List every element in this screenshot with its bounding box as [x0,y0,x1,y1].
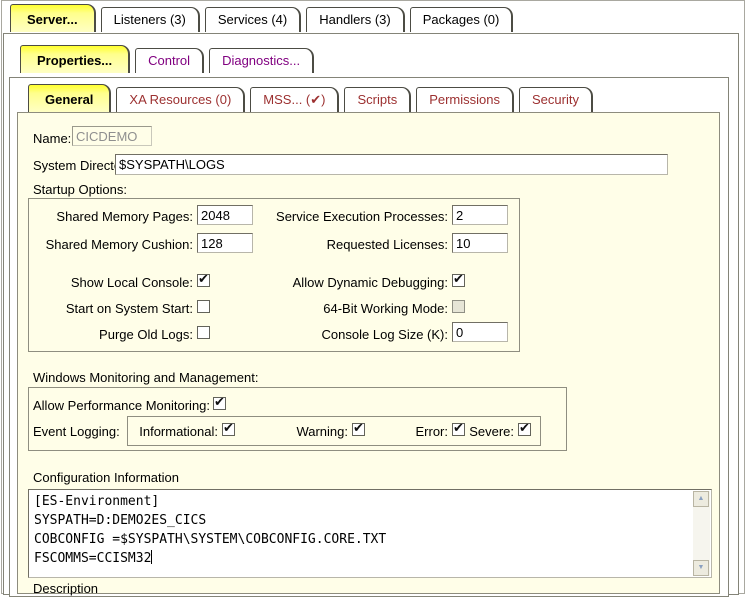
service-execution-processes-field[interactable] [452,205,508,225]
shared-memory-cushion-field[interactable] [197,233,253,253]
tab-diagnostics[interactable]: Diagnostics... [209,48,314,73]
allow-performance-monitoring-checkbox[interactable] [213,397,226,410]
tab-services[interactable]: Services (4) [205,7,301,32]
text-cursor [151,550,152,564]
shared-memory-pages-field[interactable] [197,205,253,225]
tab-server[interactable]: Server... [10,4,96,32]
description-label: Description [33,581,98,596]
scroll-up-icon[interactable]: ▲ [693,491,709,507]
tab-properties[interactable]: Properties... [20,45,130,73]
event-logging-label: Event Logging: [33,424,120,439]
scroll-down-icon[interactable]: ▼ [693,560,709,576]
warning-label: Warning: [288,424,348,439]
informational-label: Informational: [135,424,218,439]
startup-options-title: Startup Options: [33,182,127,197]
allow-performance-monitoring-label: Allow Performance Monitoring: [33,398,210,413]
error-checkbox[interactable] [452,423,465,436]
configuration-information-title: Configuration Information [33,470,179,485]
console-log-size-label: Console Log Size (K): [256,327,448,342]
tab-xa-resources[interactable]: XA Resources (0) [116,87,245,112]
tab-handlers[interactable]: Handlers (3) [306,7,405,32]
severe-checkbox[interactable] [518,423,531,436]
tab-scripts[interactable]: Scripts [344,87,411,112]
service-execution-processes-label: Service Execution Processes: [256,209,448,224]
tab-row-general-level: General XA Resources (0) MSS... (✔) Scri… [28,84,598,112]
textarea-scrollbar[interactable]: ▲ ▼ [693,491,710,576]
requested-licenses-label: Requested Licenses: [256,237,448,252]
start-on-system-start-checkbox[interactable] [197,300,210,313]
tab-packages[interactable]: Packages (0) [410,7,514,32]
tab-general[interactable]: General [28,84,111,112]
informational-checkbox[interactable] [222,423,235,436]
tab-mss[interactable]: MSS... (✔) [250,87,339,112]
show-local-console-label: Show Local Console: [33,275,193,290]
tab-permissions[interactable]: Permissions [416,87,514,112]
purge-old-logs-label: Purge Old Logs: [33,327,193,342]
configuration-information-textarea[interactable]: [ES-Environment] SYSPATH=D:DEMO2ES_CICS … [28,489,712,578]
64-bit-working-mode-checkbox [452,300,465,313]
requested-licenses-field[interactable] [452,233,508,253]
tab-security[interactable]: Security [519,87,593,112]
error-label: Error: [408,424,448,439]
configuration-text: [ES-Environment] SYSPATH=D:DEMO2ES_CICS … [34,492,386,568]
severe-label: Severe: [466,424,514,439]
warning-checkbox[interactable] [352,423,365,436]
tab-row-properties-level: Properties... Control Diagnostics... [20,45,319,73]
allow-dynamic-debugging-label: Allow Dynamic Debugging: [256,275,448,290]
tab-control[interactable]: Control [135,48,204,73]
show-local-console-checkbox[interactable] [197,274,210,287]
name-field [72,126,152,146]
shared-memory-pages-label: Shared Memory Pages: [33,209,193,224]
monitoring-title: Windows Monitoring and Management: [33,370,258,385]
system-directory-field[interactable] [115,154,668,175]
tab-row-server-level: Server... Listeners (3) Services (4) Han… [10,4,518,32]
allow-dynamic-debugging-checkbox[interactable] [452,274,465,287]
name-label: Name: [33,131,71,146]
shared-memory-cushion-label: Shared Memory Cushion: [33,237,193,252]
console-log-size-field[interactable] [452,322,508,342]
tab-listeners[interactable]: Listeners (3) [101,7,200,32]
64-bit-working-mode-label: 64-Bit Working Mode: [256,301,448,316]
start-on-system-start-label: Start on System Start: [33,301,193,316]
purge-old-logs-checkbox[interactable] [197,326,210,339]
